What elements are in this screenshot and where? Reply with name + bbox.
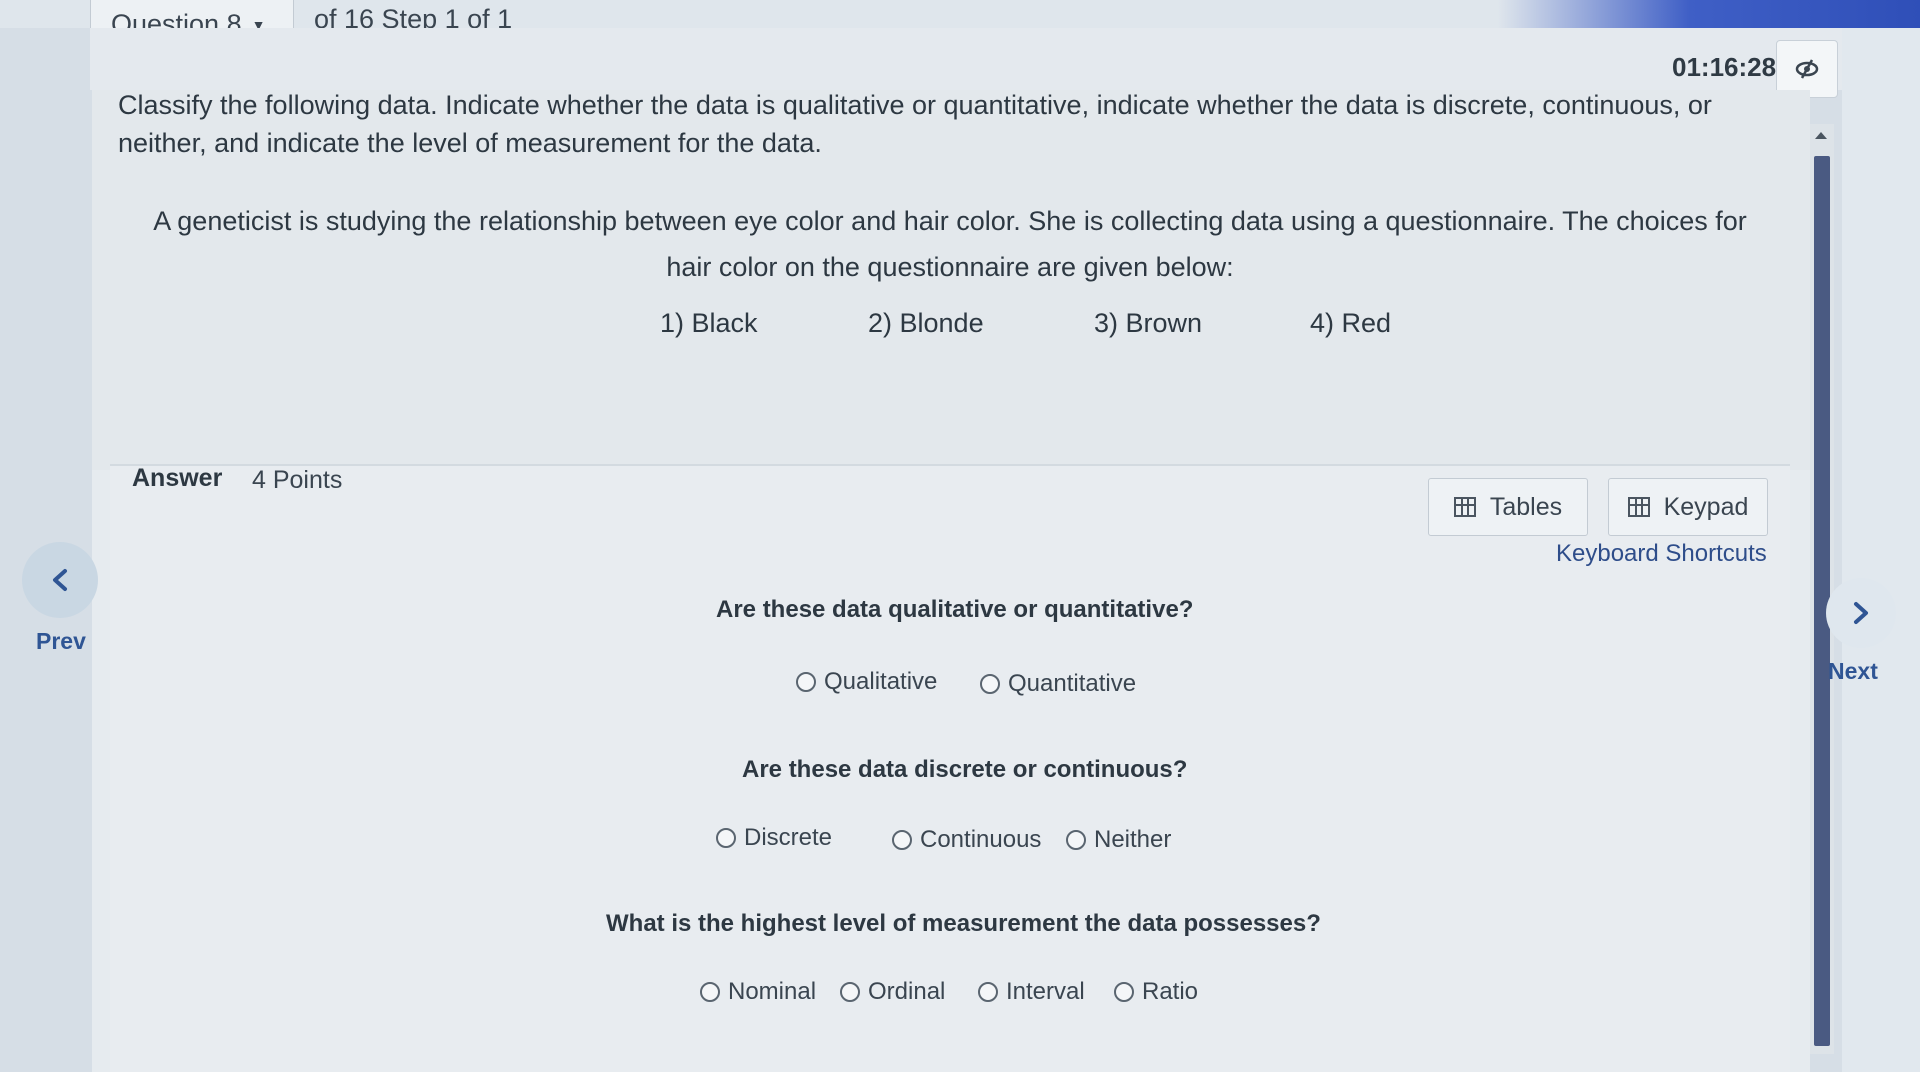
option-quantitative[interactable]: Quantitative xyxy=(980,670,1136,698)
scroll-up-icon[interactable] xyxy=(1815,132,1827,139)
question-scenario: A geneticist is studying the relationshi… xyxy=(153,206,1747,282)
choice-item: 3) Brown xyxy=(1094,308,1203,338)
timer: 01:16:28 xyxy=(1672,52,1777,82)
radio-button[interactable] xyxy=(980,674,1000,694)
option-label: Quantitative xyxy=(1008,670,1137,697)
table-icon xyxy=(1453,497,1476,517)
radio-button[interactable] xyxy=(840,982,860,1002)
prompt-qualitative: Are these data qualitative or quantitati… xyxy=(716,596,1194,623)
option-ratio[interactable]: Ratio xyxy=(1114,978,1198,1006)
option-qualitative[interactable]: Qualitative xyxy=(796,668,937,696)
eye-slash-icon xyxy=(1795,59,1819,79)
radio-button[interactable] xyxy=(796,672,816,692)
keypad-label: Keypad xyxy=(1663,492,1749,521)
option-discrete[interactable]: Discrete xyxy=(716,824,832,852)
option-label: Nominal xyxy=(728,978,817,1005)
option-ordinal[interactable]: Ordinal xyxy=(840,978,945,1006)
prev-button[interactable] xyxy=(22,542,98,618)
option-neither[interactable]: Neither xyxy=(1066,826,1171,854)
radio-button[interactable] xyxy=(1114,982,1134,1002)
chevron-left-icon xyxy=(53,569,67,591)
option-label: Qualitative xyxy=(824,668,938,695)
radio-button[interactable] xyxy=(892,830,912,850)
points-label: 4 Points xyxy=(252,466,343,494)
option-continuous[interactable]: Continuous xyxy=(892,826,1041,854)
radio-button[interactable] xyxy=(716,828,736,848)
tables-button[interactable]: Tables xyxy=(1428,478,1588,536)
next-label[interactable]: Next xyxy=(1828,658,1878,685)
answer-label: Answer xyxy=(132,464,223,492)
choice-item: 2) Blonde xyxy=(868,308,984,338)
option-label: Ratio xyxy=(1142,978,1199,1005)
header-bar xyxy=(90,28,1842,90)
keypad-button[interactable]: Keypad xyxy=(1608,478,1768,536)
option-label: Neither xyxy=(1094,826,1172,853)
option-label: Continuous xyxy=(920,826,1042,853)
radio-button[interactable] xyxy=(1066,830,1086,850)
prev-label[interactable]: Prev xyxy=(36,628,86,655)
choice-item: 4) Red xyxy=(1310,308,1392,338)
option-interval[interactable]: Interval xyxy=(978,978,1085,1006)
keyboard-shortcuts-link[interactable]: Keyboard Shortcuts xyxy=(1556,540,1767,568)
keypad-icon xyxy=(1627,497,1650,517)
radio-button[interactable] xyxy=(700,982,720,1002)
tables-label: Tables xyxy=(1489,492,1563,521)
chevron-right-icon xyxy=(1854,602,1868,624)
right-edge xyxy=(1842,28,1920,1072)
option-label: Ordinal xyxy=(868,978,946,1005)
option-nominal[interactable]: Nominal xyxy=(700,978,816,1006)
prompt-level: What is the highest level of measurement… xyxy=(606,910,1321,937)
question-instruction: Classify the following data. Indicate wh… xyxy=(118,90,1712,158)
next-button[interactable] xyxy=(1826,578,1896,648)
radio-button[interactable] xyxy=(978,982,998,1002)
choice-item: 1) Black xyxy=(660,308,758,338)
option-label: Interval xyxy=(1006,978,1085,1005)
option-label: Discrete xyxy=(744,824,833,851)
prompt-discrete: Are these data discrete or continuous? xyxy=(742,756,1188,783)
